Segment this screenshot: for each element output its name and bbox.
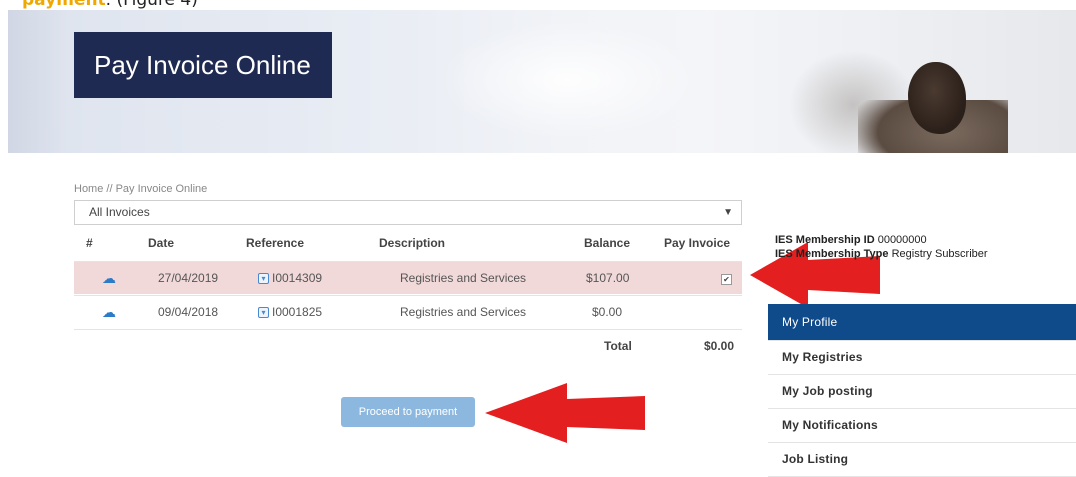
col-header-description: Description (379, 236, 446, 250)
sidebar-item-my-profile[interactable]: My Profile (768, 304, 1076, 341)
cloud-download-icon[interactable]: ☁ (102, 262, 116, 294)
red-arrow-icon (485, 383, 645, 443)
chevron-down-icon: ▼ (723, 207, 733, 218)
document-icon: ▾ (258, 273, 269, 285)
membership-type-label: Membership Type (795, 248, 889, 260)
proceed-to-payment-button[interactable]: Proceed to payment (341, 397, 475, 427)
cloud-download-icon[interactable]: ☁ (102, 296, 116, 328)
row-balance: $107.00 (586, 271, 630, 285)
row-reference[interactable]: ▾ I0001825 (258, 296, 322, 328)
pay-invoice-checkbox[interactable]: ✔ (721, 262, 732, 294)
total-value: $0.00 (704, 339, 735, 353)
col-header-balance: Balance (584, 236, 631, 250)
row-description: Registries and Services (400, 305, 527, 319)
row-description: Registries and Services (400, 271, 527, 285)
page-title: Pay Invoice Online (74, 32, 332, 98)
col-header-pay-invoice: Pay Invoice (664, 236, 731, 250)
col-header-reference: Reference (246, 236, 305, 250)
invoice-filter-select[interactable]: All Invoices ▼ (74, 200, 742, 225)
document-icon: ▾ (258, 307, 269, 319)
caption-rest: . (Figure 4) (105, 0, 198, 10)
checkmark-icon: ✔ (721, 274, 732, 285)
row-date: 09/04/2018 (158, 305, 219, 319)
breadcrumb[interactable]: Home // Pay Invoice Online (74, 183, 207, 195)
sidebar-item-job-listing[interactable]: Job Listing (768, 443, 1076, 477)
table-row[interactable]: ☁ 27/04/2019 ▾ I0014309 Registries and Se… (74, 261, 742, 294)
table-row[interactable]: ☁ 09/04/2018 ▾ I0001825 Registries and Se… (74, 295, 742, 328)
sidebar-item-my-registries[interactable]: My Registries (768, 341, 1076, 375)
row-date: 27/04/2019 (158, 271, 219, 285)
account-sidebar: My Profile My Registries My Job posting … (768, 304, 1076, 477)
membership-type-prefix: IES (775, 248, 793, 260)
membership-info: IES Membership ID 00000000 IES Membershi… (775, 233, 988, 261)
invoice-filter-value: All Invoices (89, 205, 150, 219)
instruction-caption: payment. (Figure 4) (22, 0, 198, 10)
row-balance: $0.00 (592, 305, 623, 319)
sidebar-item-my-notifications[interactable]: My Notifications (768, 409, 1076, 443)
row-reference[interactable]: ▾ I0014309 (258, 262, 322, 294)
col-header-number: # (86, 236, 93, 250)
caption-highlight: payment (22, 0, 106, 10)
membership-type-value: Registry Subscriber (891, 248, 988, 260)
total-row: Total $0.00 (74, 329, 742, 362)
sidebar-item-my-job-posting[interactable]: My Job posting (768, 375, 1076, 409)
membership-id-value: 00000000 (877, 234, 927, 246)
col-header-date: Date (148, 236, 175, 250)
membership-id-label: IES Membership ID (775, 234, 875, 246)
total-label: Total (604, 339, 632, 353)
